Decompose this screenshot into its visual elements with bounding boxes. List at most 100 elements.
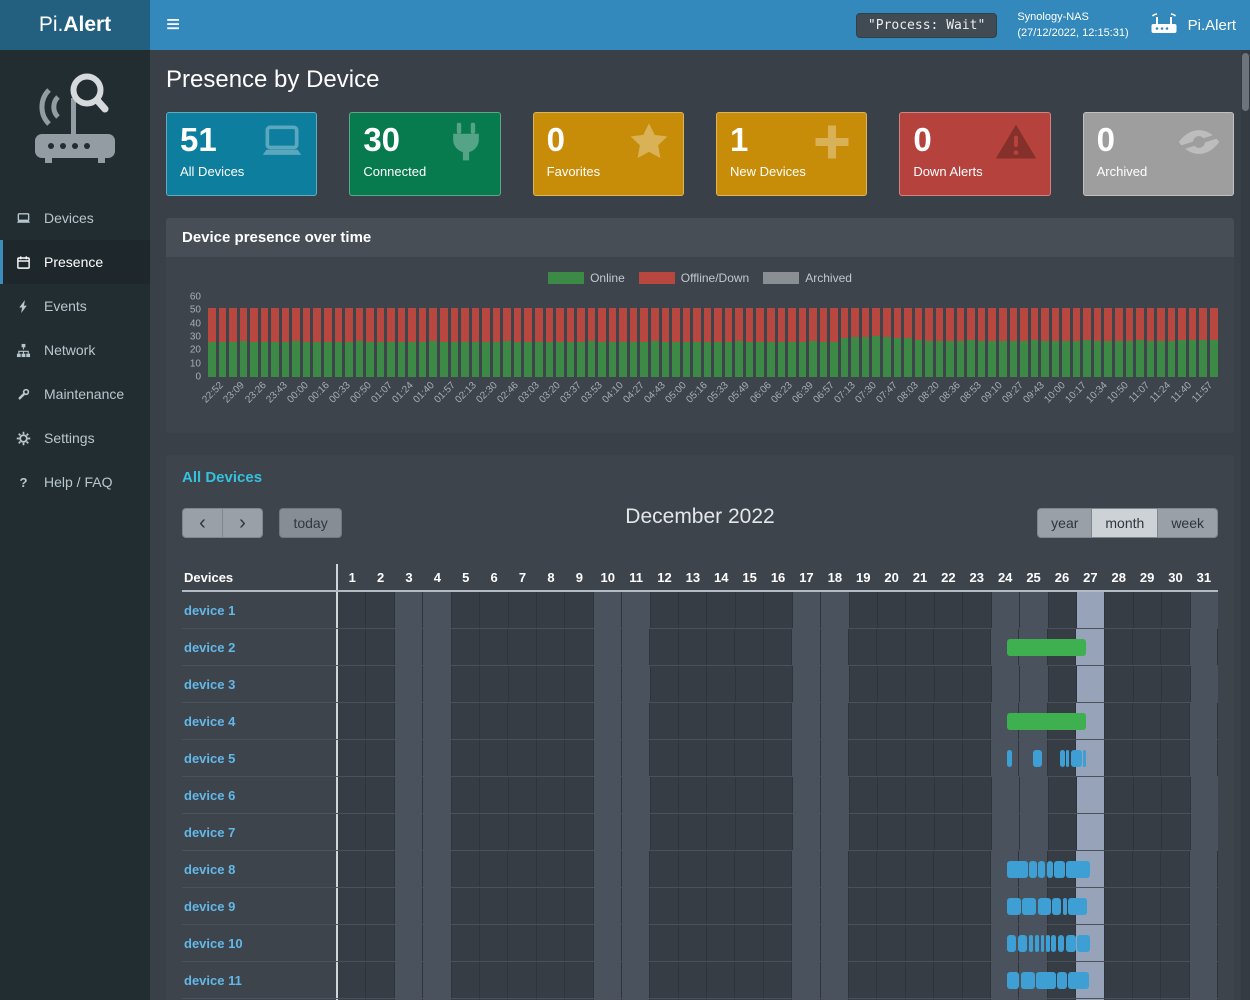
presence-event-bar[interactable] bbox=[1066, 935, 1076, 952]
device-link[interactable]: device 6 bbox=[184, 788, 235, 803]
calendar-next-button[interactable]: › bbox=[222, 508, 263, 538]
presence-event-bar[interactable] bbox=[1051, 935, 1056, 952]
offline-segment bbox=[640, 308, 648, 343]
app-logo[interactable]: Pi.Alert bbox=[0, 0, 150, 50]
presence-event-bar[interactable] bbox=[1046, 935, 1050, 952]
presence-event-bar[interactable] bbox=[1066, 750, 1069, 767]
summary-card-down-alerts[interactable]: 0Down Alerts bbox=[899, 112, 1050, 196]
presence-event-bar[interactable] bbox=[1022, 898, 1036, 915]
presence-event-bar[interactable] bbox=[1038, 898, 1051, 915]
sidebar-item-help-faq[interactable]: ?Help / FAQ bbox=[0, 460, 150, 504]
device-link[interactable]: device 10 bbox=[184, 936, 243, 951]
calendar-day-cell bbox=[395, 592, 423, 628]
calendar-day-cell bbox=[1077, 814, 1105, 850]
presence-event-bar[interactable] bbox=[1036, 972, 1055, 989]
presence-event-bar[interactable] bbox=[1066, 861, 1090, 878]
navbar-brand-link[interactable]: Pi.Alert bbox=[1149, 10, 1236, 40]
device-link[interactable]: device 2 bbox=[184, 640, 235, 655]
calendar-day-cell bbox=[821, 740, 849, 776]
presence-event-bar[interactable] bbox=[1054, 861, 1064, 878]
presence-event-bar[interactable] bbox=[1077, 935, 1090, 952]
sidebar-item-settings[interactable]: Settings bbox=[0, 416, 150, 460]
main-content: Presence by Device 51All Devices30Connec… bbox=[150, 50, 1250, 1000]
presence-event-bar[interactable] bbox=[1007, 861, 1028, 878]
presence-event-bar[interactable] bbox=[1047, 861, 1053, 878]
presence-event-bar[interactable] bbox=[1033, 750, 1042, 767]
x-tick-label: 03:53 bbox=[580, 380, 605, 405]
calendar-prev-button[interactable]: ‹ bbox=[182, 508, 223, 538]
online-segment bbox=[767, 342, 775, 377]
calendar-day-cell bbox=[651, 592, 679, 628]
calendar-view-week-button[interactable]: week bbox=[1157, 508, 1218, 538]
maintenance-icon bbox=[16, 387, 36, 402]
calendar-view-month-button[interactable]: month bbox=[1091, 508, 1158, 538]
presence-event-bar[interactable] bbox=[1071, 750, 1082, 767]
online-segment bbox=[1147, 341, 1155, 377]
online-segment bbox=[303, 342, 311, 377]
presence-event-bar[interactable] bbox=[1007, 972, 1020, 989]
chart-bar bbox=[778, 308, 786, 377]
online-segment bbox=[335, 342, 343, 377]
calendar-days bbox=[338, 629, 1218, 665]
presence-event-bar[interactable] bbox=[1007, 750, 1013, 767]
offline-segment bbox=[588, 308, 596, 341]
laptop-icon bbox=[257, 120, 307, 169]
presence-event-bar[interactable] bbox=[1018, 935, 1027, 952]
calendar-day-cell bbox=[736, 777, 764, 813]
presence-event-bar[interactable] bbox=[1058, 935, 1065, 952]
presence-event-bar[interactable] bbox=[1083, 750, 1086, 767]
presence-event-bar[interactable] bbox=[1057, 972, 1067, 989]
device-link[interactable]: device 8 bbox=[184, 862, 235, 877]
presence-event-bar[interactable] bbox=[1052, 898, 1061, 915]
presence-event-bar[interactable] bbox=[1007, 713, 1086, 730]
sidebar-item-presence[interactable]: Presence bbox=[0, 240, 150, 284]
device-link[interactable]: device 9 bbox=[184, 899, 235, 914]
presence-event-bar[interactable] bbox=[1063, 898, 1067, 915]
x-tick-label: 07:13 bbox=[832, 380, 857, 405]
chart-bar bbox=[292, 308, 300, 377]
online-segment bbox=[662, 342, 670, 377]
sidebar-toggle-icon[interactable]: ≡ bbox=[150, 0, 196, 50]
presence-event-bar[interactable] bbox=[1068, 898, 1087, 915]
sidebar-item-network[interactable]: Network bbox=[0, 328, 150, 372]
summary-card-connected[interactable]: 30Connected bbox=[349, 112, 500, 196]
summary-card-favorites[interactable]: 0Favorites bbox=[533, 112, 684, 196]
presence-event-bar[interactable] bbox=[1029, 935, 1034, 952]
presence-event-bar[interactable] bbox=[1007, 935, 1017, 952]
calendar-view-year-button[interactable]: year bbox=[1037, 508, 1092, 538]
calendar-day-cell bbox=[963, 592, 991, 628]
summary-card-new-devices[interactable]: 1New Devices bbox=[716, 112, 867, 196]
calendar-day-cell bbox=[1190, 703, 1218, 739]
sidebar-item-events[interactable]: Events bbox=[0, 284, 150, 328]
sidebar-item-devices[interactable]: Devices bbox=[0, 196, 150, 240]
calendar-today-button[interactable]: today bbox=[279, 508, 341, 538]
presence-event-bar[interactable] bbox=[1029, 861, 1037, 878]
presence-event-bar[interactable] bbox=[1068, 972, 1088, 989]
scrollbar-thumb[interactable] bbox=[1242, 53, 1249, 111]
online-segment bbox=[967, 340, 975, 377]
presence-event-bar[interactable] bbox=[1041, 935, 1045, 952]
summary-card-archived[interactable]: 0Archived bbox=[1083, 112, 1234, 196]
presence-event-bar[interactable] bbox=[1038, 861, 1045, 878]
presence-event-bar[interactable] bbox=[1007, 898, 1021, 915]
presence-event-bar[interactable] bbox=[1007, 639, 1086, 656]
offline-segment bbox=[240, 308, 248, 341]
sidebar-item-maintenance[interactable]: Maintenance bbox=[0, 372, 150, 416]
summary-card-all-devices[interactable]: 51All Devices bbox=[166, 112, 317, 196]
presence-event-bar[interactable] bbox=[1021, 972, 1035, 989]
offline-segment bbox=[683, 308, 691, 343]
device-link[interactable]: device 5 bbox=[184, 751, 235, 766]
device-link[interactable]: device 1 bbox=[184, 603, 235, 618]
calendar-day-header: 22 bbox=[934, 564, 962, 590]
presence-event-bar[interactable] bbox=[1035, 935, 1039, 952]
chart-bar bbox=[1104, 308, 1112, 377]
calendar-day-cell bbox=[1105, 703, 1133, 739]
chart-bar bbox=[387, 308, 395, 377]
x-tick-label: 09:43 bbox=[1021, 380, 1046, 405]
calendar-day-cell bbox=[821, 703, 849, 739]
device-link[interactable]: device 4 bbox=[184, 714, 235, 729]
device-link[interactable]: device 11 bbox=[184, 973, 242, 988]
presence-event-bar[interactable] bbox=[1060, 750, 1064, 767]
device-link[interactable]: device 7 bbox=[184, 825, 235, 840]
device-link[interactable]: device 3 bbox=[184, 677, 235, 692]
